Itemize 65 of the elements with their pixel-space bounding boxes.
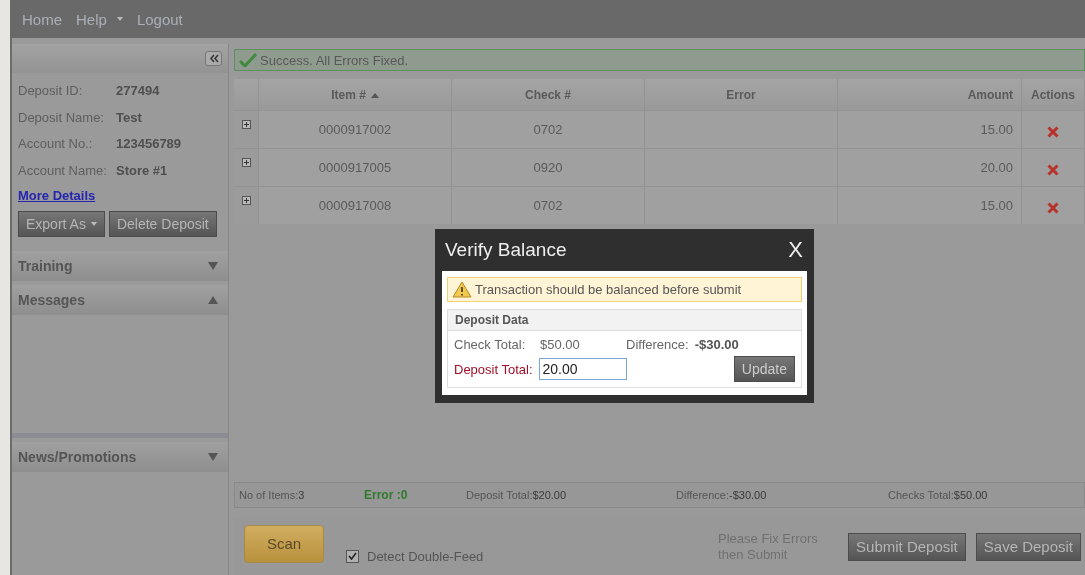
deposit-total-input[interactable]: 20.00 — [538, 358, 627, 380]
collapse-button[interactable] — [205, 51, 222, 66]
field-label: Difference: — [626, 337, 689, 352]
checkbox-label: Detect Double-Feed — [367, 549, 484, 564]
warning-icon — [452, 281, 472, 298]
detail-value: Store #1 — [116, 162, 168, 178]
column-header[interactable]: Error — [644, 79, 838, 111]
detail-label: Deposit ID: — [18, 82, 84, 98]
table-cell: 0000917008 — [258, 186, 452, 224]
table-cell: 0000917005 — [258, 148, 452, 187]
checkmark-icon — [239, 53, 257, 67]
more-details-link[interactable]: More Details — [18, 187, 96, 203]
status-item: Error :0 — [364, 488, 409, 502]
caret-icon — [116, 17, 123, 21]
field-value: $50.00 — [540, 337, 581, 352]
field-value: -$30.00 — [694, 337, 739, 352]
scan-button[interactable]: Scan — [244, 524, 324, 563]
column-header[interactable]: Amount — [837, 79, 1022, 111]
status-item: Checks Total:$50.00 — [888, 489, 988, 501]
expand-plus-icon[interactable] — [241, 196, 251, 205]
panel-header[interactable]: Messages — [12, 284, 228, 315]
column-header[interactable]: Check # — [451, 79, 645, 111]
warning-text: Transaction should be balanced before submit — [475, 282, 742, 297]
close-button[interactable]: X — [784, 237, 807, 263]
status-item: Deposit Total:$20.00 — [466, 489, 568, 501]
update-button[interactable]: Update — [733, 356, 795, 382]
table-cell: 0000917002 — [258, 110, 452, 149]
status-item: No of Items:3 — [239, 489, 306, 501]
expand-plus-icon[interactable] — [241, 158, 251, 167]
nav-link[interactable]: Home — [22, 10, 62, 28]
table-cell: 0702 — [451, 186, 645, 224]
caret-icon — [90, 221, 97, 226]
detail-label: Account No.: — [18, 136, 94, 152]
double-chevron-left-icon — [208, 54, 219, 63]
column-header[interactable]: Actions — [1021, 79, 1085, 111]
detail-value: 277494 — [116, 82, 160, 98]
sidebar-button[interactable]: Export As — [18, 210, 105, 237]
table-cell: 15.00 — [837, 110, 1022, 149]
footer-button[interactable]: Save Deposit — [975, 532, 1081, 561]
table-cell: 15.00 — [837, 186, 1022, 224]
field-label: Check Total: — [454, 337, 527, 352]
panel-title: Messages — [18, 291, 85, 308]
panel-title: News/Promotions — [18, 448, 137, 465]
checkbox[interactable] — [346, 550, 359, 563]
field-label: Deposit Total: — [454, 361, 533, 377]
section-header: Deposit Data — [448, 310, 801, 331]
detail-label: Account Name: — [18, 162, 108, 178]
table-cell: 0920 — [451, 148, 645, 187]
nav-link[interactable]: Help — [76, 10, 123, 28]
status-item: Difference:-$30.00 — [676, 489, 768, 501]
expand-plus-icon[interactable] — [241, 120, 251, 129]
panel-header[interactable]: Training — [12, 250, 228, 281]
detail-value: Test — [116, 109, 142, 125]
footer-button[interactable]: Submit Deposit — [848, 532, 966, 561]
panel-title: Training — [18, 257, 73, 274]
sidebar-button[interactable]: Delete Deposit — [108, 210, 217, 237]
column-header[interactable]: Item # — [258, 79, 452, 111]
dialog-title: Verify Balance — [444, 239, 567, 261]
panel-header[interactable]: News/Promotions — [12, 441, 228, 472]
nav-link[interactable]: Logout — [136, 10, 183, 28]
table-cell: 20.00 — [837, 148, 1022, 187]
table-cell: 0702 — [451, 110, 645, 149]
detail-label: Deposit Name: — [18, 109, 105, 125]
detail-value: 123456789 — [116, 136, 182, 152]
success-text: Success. All Errors Fixed. — [260, 52, 409, 68]
